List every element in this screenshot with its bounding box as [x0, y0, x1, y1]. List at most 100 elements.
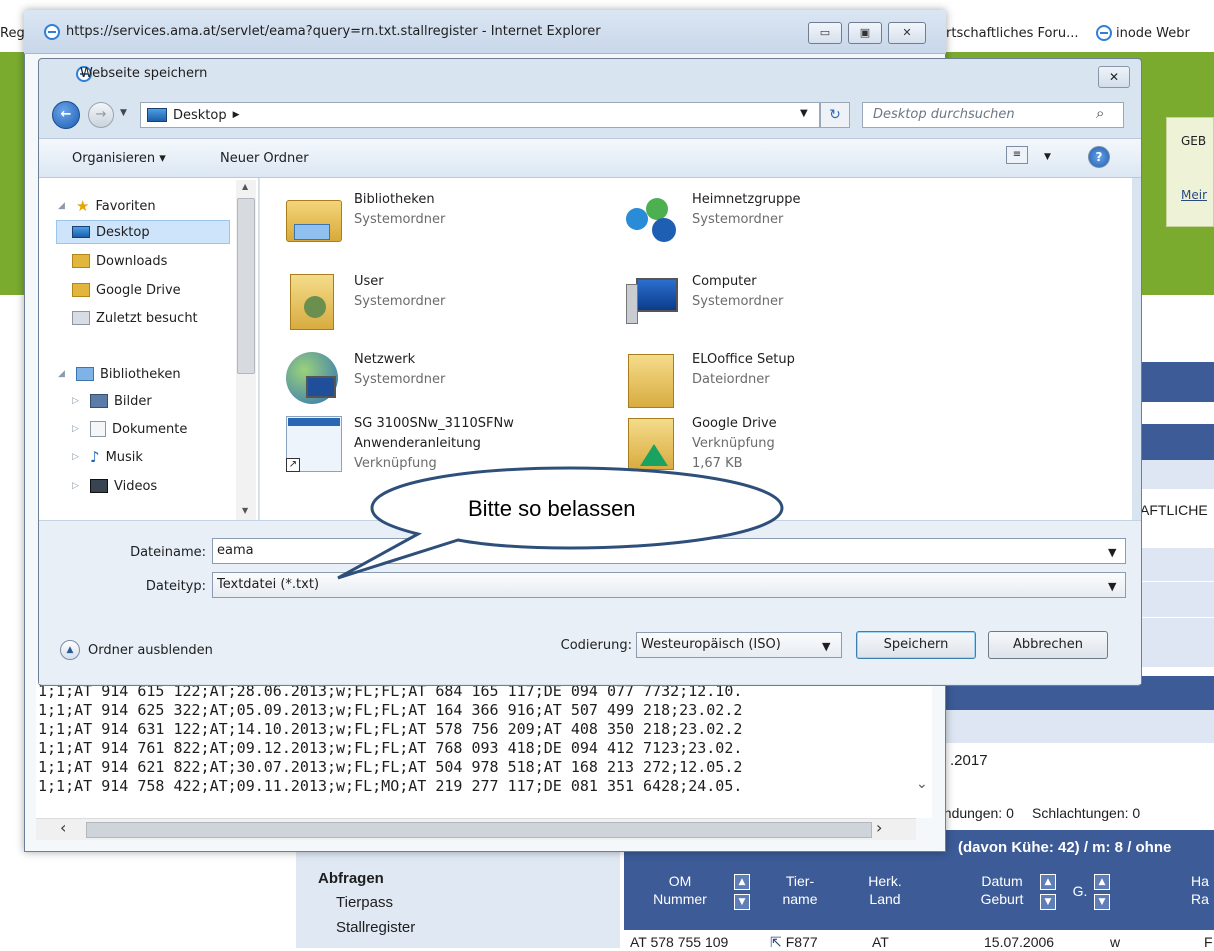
cancel-button[interactable]: Abbrechen: [988, 631, 1108, 659]
nav-item-stallregister[interactable]: Stallregister: [336, 919, 415, 936]
file-item-sg-manual[interactable]: ↗ SG 3100SNw_3110SFNw Anwenderanleitung Ve…: [284, 414, 514, 474]
computer-icon: [622, 272, 682, 332]
th-datum-geburt[interactable]: Datum Geburt: [970, 872, 1034, 908]
sort-desc-icon[interactable]: ▼: [1040, 894, 1056, 910]
info-link[interactable]: Meir: [1181, 188, 1213, 202]
videos-icon: [90, 479, 108, 493]
file-item-user[interactable]: User Systemordner: [284, 272, 445, 332]
maximize-button[interactable]: ▣: [848, 22, 882, 44]
tab-inode[interactable]: inode Webr: [1096, 22, 1190, 44]
scroll-right-icon[interactable]: ›: [876, 818, 882, 837]
dialog-close-button[interactable]: ✕: [1098, 66, 1130, 88]
nav-item-google-drive[interactable]: Google Drive: [72, 280, 181, 300]
chevron-up-icon: ▲: [60, 640, 80, 660]
callout-text: Bitte so belassen: [468, 496, 636, 521]
view-dropdown-icon[interactable]: ▼: [1044, 152, 1051, 162]
new-folder-button[interactable]: Neuer Ordner: [220, 151, 309, 166]
close-button[interactable]: ✕: [888, 22, 926, 44]
date-value: .2017: [950, 752, 988, 769]
network-icon: [284, 350, 344, 410]
cell-tiername[interactable]: ⇱ F877: [770, 934, 818, 951]
expand-icon: ◢: [58, 369, 65, 379]
history-dropdown-icon[interactable]: ▼: [120, 108, 127, 118]
nav-scrollbar-thumb[interactable]: [237, 198, 255, 374]
sort-asc-icon[interactable]: ▲: [1094, 874, 1110, 890]
th-om-nummer[interactable]: OM Nummer: [652, 872, 708, 908]
nav-item-musik[interactable]: ▷ ♪ Musik: [72, 447, 143, 467]
tab-forum[interactable]: rtschaftliches Foru...: [946, 22, 1078, 44]
chevron-right-icon: ▶: [232, 110, 240, 120]
forward-arrow-icon[interactable]: →: [88, 102, 114, 128]
nav-item-desktop[interactable]: Desktop: [72, 222, 150, 242]
info-box: GEB Meir: [1166, 117, 1214, 227]
ie-icon: [44, 24, 60, 40]
text-line: 1;1;AT 914 621 822;AT;30.07.2013;w;FL;FL…: [38, 758, 743, 776]
tab-sendungen[interactable]: endungen: 0: [936, 805, 1014, 821]
save-button[interactable]: Speichern: [856, 631, 976, 659]
google-drive-icon: [622, 414, 682, 474]
scroll-left-icon[interactable]: ‹: [60, 818, 66, 837]
desktop-icon: [147, 108, 167, 122]
collapsed-icon: ▷: [72, 452, 79, 462]
encoding-select[interactable]: Westeuropäisch (ISO): [636, 632, 842, 658]
refresh-button[interactable]: ↻: [820, 102, 850, 128]
nav-item-tierpass[interactable]: Tierpass: [336, 894, 393, 911]
organize-menu-button[interactable]: Organisieren ▾: [72, 151, 166, 166]
documents-icon: [90, 421, 106, 437]
minimize-button[interactable]: ▭: [808, 22, 842, 44]
tab-schlachtungen[interactable]: Schlachtungen: 0: [1032, 805, 1140, 821]
text-line: 1;1;AT 914 631 122;AT;14.10.2013;w;FL;FL…: [38, 720, 743, 738]
nav-favorites[interactable]: ◢ ★ Favoriten: [58, 196, 156, 216]
text-line: 1;1;AT 914 758 422;AT;09.11.2013;w;FL;MO…: [38, 777, 743, 795]
filename-dropdown-icon[interactable]: ▼: [1108, 546, 1116, 559]
tab-partial-left[interactable]: Reg: [0, 22, 25, 44]
sort-asc-icon[interactable]: ▲: [1040, 874, 1056, 890]
expand-icon: ◢: [58, 201, 65, 211]
search-input[interactable]: Desktop durchsuchen: [862, 102, 1124, 128]
pictures-icon: [90, 394, 108, 408]
file-item-google-drive[interactable]: Google Drive Verknüpfung 1,67 KB: [622, 414, 777, 474]
scroll-up-icon[interactable]: ▲: [242, 182, 248, 191]
filetype-dropdown-icon[interactable]: ▼: [1108, 580, 1116, 593]
nav-item-bilder[interactable]: ▷ Bilder: [72, 391, 152, 411]
th-herk-land[interactable]: Herk. Land: [860, 872, 910, 908]
libraries-icon: [76, 367, 94, 381]
sort-asc-icon[interactable]: ▲: [734, 874, 750, 890]
th-tiername[interactable]: Tier-name: [770, 872, 830, 908]
address-bar[interactable]: Desktop ▶: [140, 102, 820, 128]
user-folder-icon: [284, 272, 344, 332]
nav-item-dokumente[interactable]: ▷ Dokumente: [72, 419, 187, 439]
encoding-dropdown-icon[interactable]: ▼: [822, 640, 830, 653]
file-item-bibliotheken[interactable]: Bibliotheken Systemordner: [284, 190, 445, 250]
th-rasse[interactable]: Ha Ra: [1186, 872, 1214, 908]
address-dropdown-icon[interactable]: ▼: [800, 108, 808, 119]
search-icon[interactable]: ⌕: [1096, 104, 1104, 122]
help-icon[interactable]: ?: [1088, 146, 1110, 168]
scroll-down-icon[interactable]: ▼: [242, 506, 248, 515]
text-content[interactable]: 1;1;AT 914 615 122;AT;28.06.2013;w;FL;FL…: [36, 680, 932, 818]
nav-item-recent[interactable]: Zuletzt besucht: [72, 308, 198, 328]
scroll-down-icon[interactable]: ⌄: [916, 776, 928, 792]
view-options-icon[interactable]: ≡: [1006, 146, 1028, 164]
filetype-label: Dateityp:: [145, 579, 206, 594]
collapsed-icon: ▷: [72, 481, 79, 491]
sort-desc-icon[interactable]: ▼: [734, 894, 750, 910]
nav-item-downloads[interactable]: Downloads: [72, 251, 167, 271]
th-geschlecht[interactable]: G.: [1068, 882, 1092, 900]
file-item-netzwerk[interactable]: Netzwerk Systemordner: [284, 350, 445, 410]
downloads-icon: [72, 254, 90, 268]
nav-item-videos[interactable]: ▷ Videos: [72, 476, 157, 496]
file-item-computer[interactable]: Computer Systemordner: [622, 272, 783, 332]
file-item-elooffice[interactable]: ELOoffice Setup Dateiordner: [622, 350, 795, 410]
back-arrow-icon[interactable]: ←: [52, 101, 80, 129]
scrollbar-thumb[interactable]: [86, 822, 872, 838]
nav-libraries[interactable]: ◢ Bibliotheken: [58, 364, 181, 384]
shortcut-doc-icon: ↗: [284, 414, 344, 474]
star-icon: ★: [76, 197, 90, 215]
desktop-icon: [72, 226, 90, 238]
file-item-heimnetzgruppe[interactable]: Heimnetzgruppe Systemordner: [622, 190, 801, 250]
collapsed-icon: ▷: [72, 396, 79, 406]
hide-folders-button[interactable]: ▲ Ordner ausblenden: [60, 640, 213, 660]
music-icon: ♪: [90, 448, 100, 466]
sort-desc-icon[interactable]: ▼: [1094, 894, 1110, 910]
